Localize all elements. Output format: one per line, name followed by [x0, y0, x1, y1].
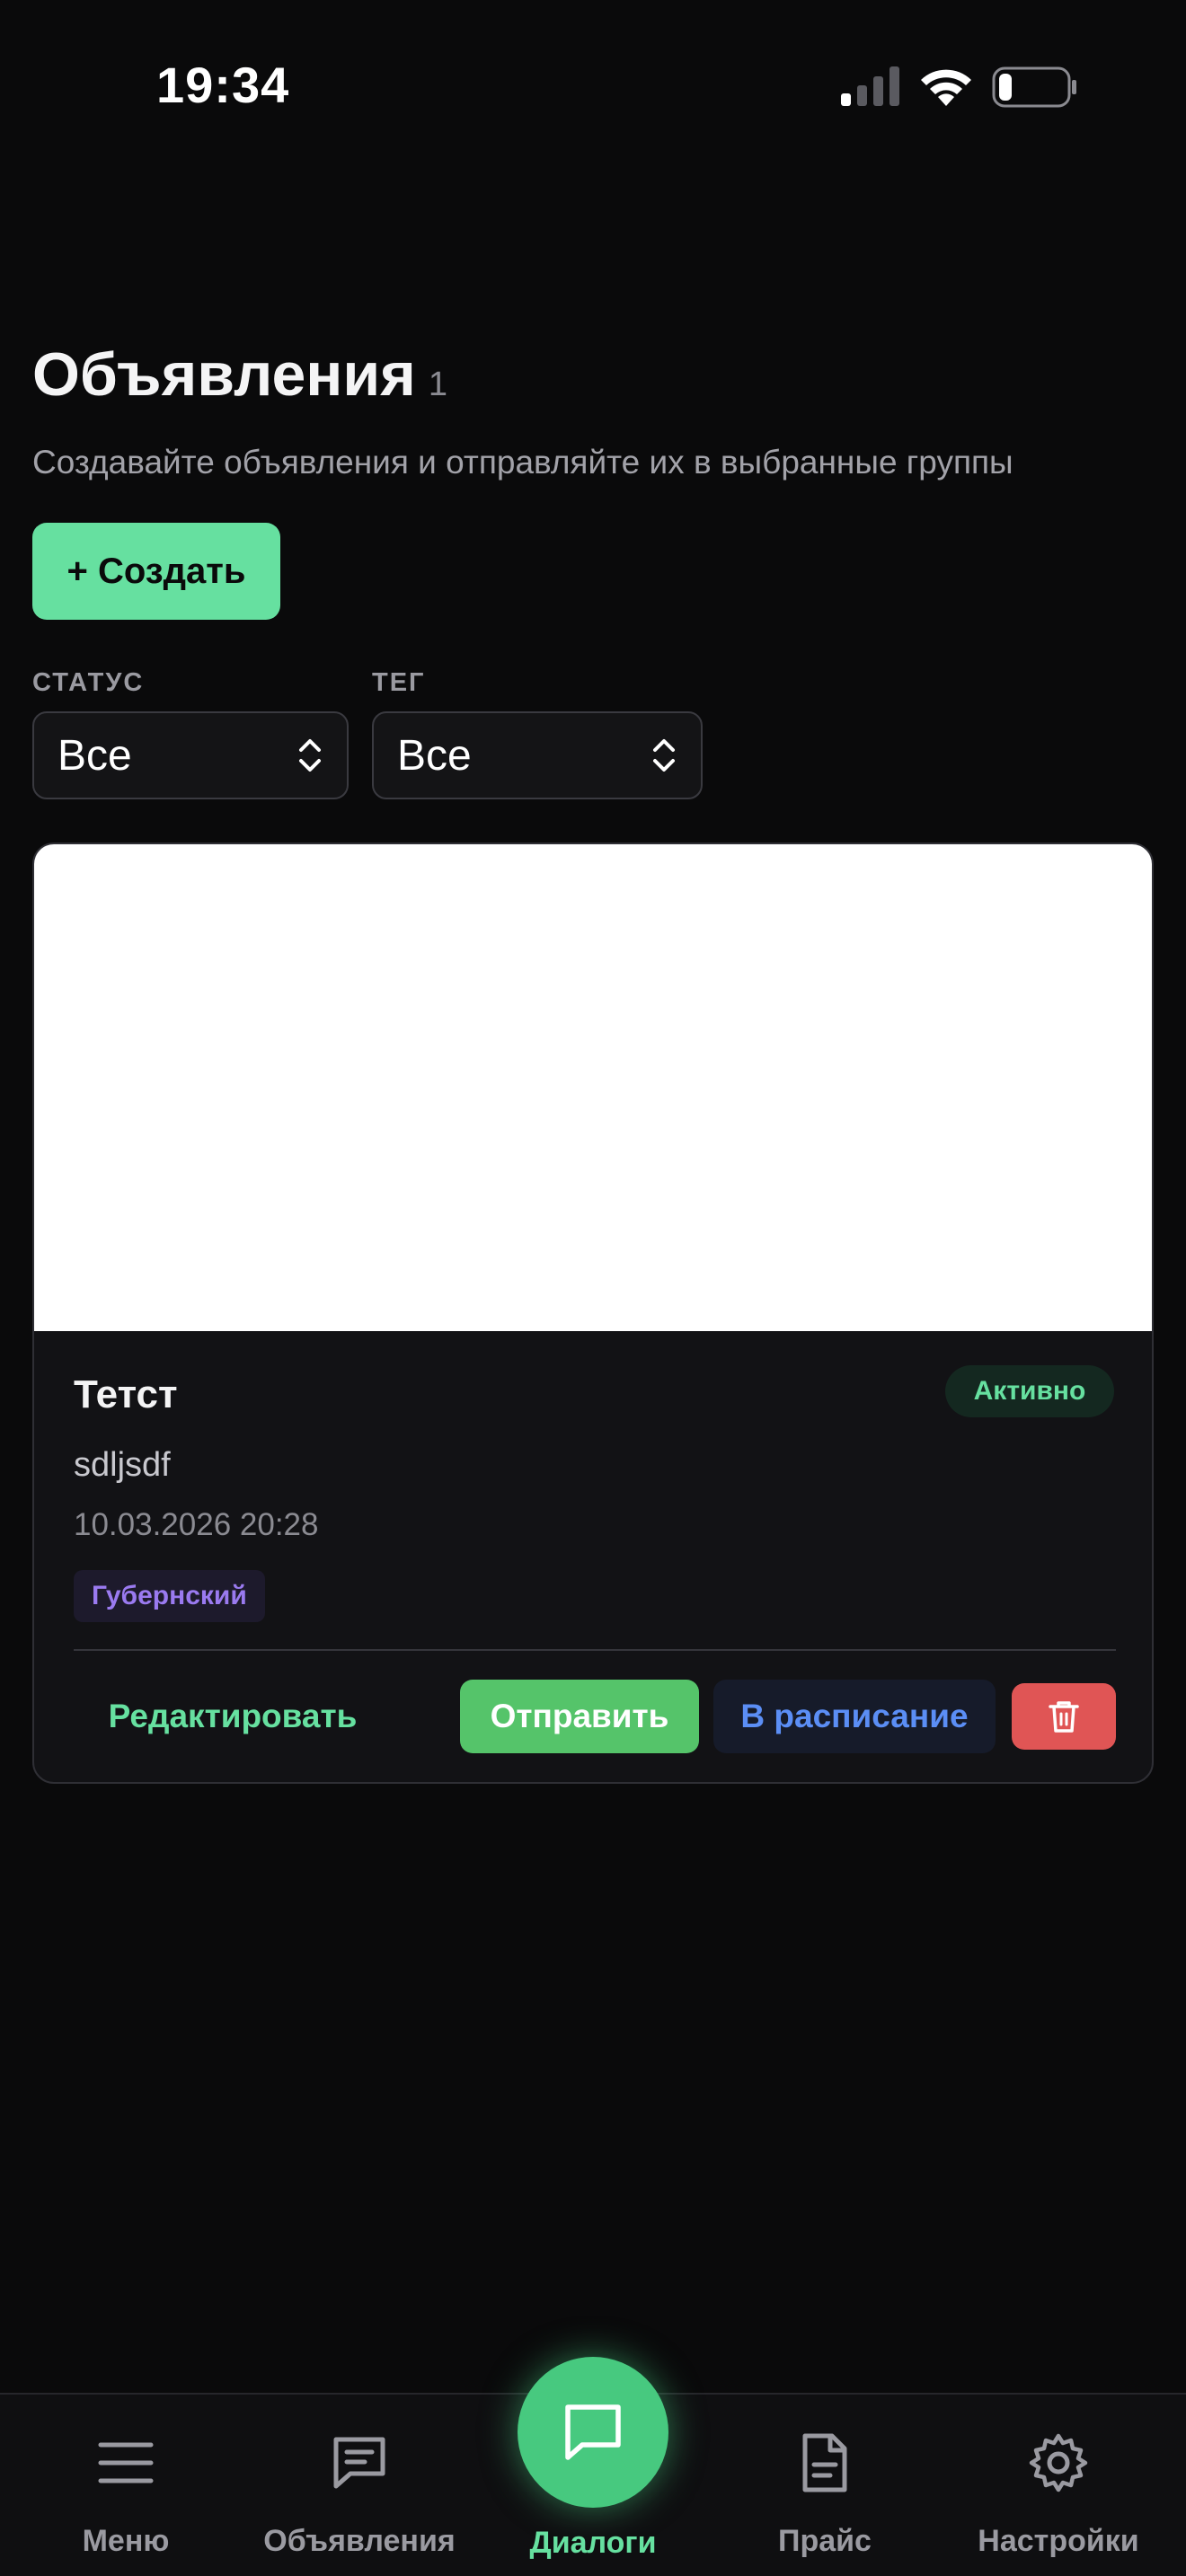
nav-item-price[interactable]: Прайс [726, 2430, 924, 2565]
tag-filter-label: ТЕГ [372, 668, 426, 697]
status-bar: 19:34 [0, 0, 1186, 171]
status-badge: Активно [945, 1365, 1114, 1417]
screen: 19:34 Объявления 1 Создавайте объявления… [0, 0, 1186, 2576]
send-button[interactable]: Отправить [460, 1680, 699, 1753]
schedule-button[interactable]: В расписание [713, 1680, 996, 1753]
chevron-up-down-icon [299, 739, 321, 772]
nav-item-announcements[interactable]: Объявления [261, 2430, 458, 2565]
nav-label-settings: Настройки [978, 2524, 1139, 2558]
tag-badge: Губернский [74, 1570, 265, 1622]
nav-item-menu[interactable]: Меню [27, 2430, 225, 2565]
tag-filter-select[interactable]: Все [372, 711, 703, 799]
message-square-icon [565, 2404, 621, 2460]
file-text-icon [802, 2433, 847, 2492]
gear-icon [1029, 2433, 1088, 2492]
edit-button[interactable]: Редактировать [102, 1680, 363, 1753]
announcements-count: 1 [428, 366, 447, 403]
nav-label-price: Прайс [778, 2524, 872, 2558]
announcement-description: sdljsdf [74, 1446, 171, 1484]
nav-item-dialogs[interactable] [518, 2357, 668, 2508]
battery-icon [992, 66, 1076, 108]
page-title-row: Объявления 1 [32, 340, 447, 410]
status-filter-label: СТАТУС [32, 668, 145, 697]
wifi-icon [921, 69, 971, 106]
create-button[interactable]: + Создать [32, 523, 280, 620]
status-time: 19:34 [156, 57, 290, 113]
nav-item-settings[interactable]: Настройки [960, 2430, 1157, 2565]
status-filter-value: Все [58, 731, 132, 780]
delete-button[interactable] [1012, 1683, 1116, 1750]
announcement-title: Тетст [74, 1372, 178, 1416]
nav-label-menu: Меню [82, 2524, 170, 2558]
card-divider [74, 1649, 1116, 1651]
announcement-card: Тетст Активно sdljsdf 10.03.2026 20:28 Г… [32, 842, 1154, 1784]
announcement-image [34, 844, 1152, 1331]
menu-icon [98, 2442, 154, 2483]
message-square-text-icon [333, 2437, 385, 2489]
nav-label-announcements: Объявления [263, 2524, 456, 2558]
announcement-date: 10.03.2026 20:28 [74, 1507, 319, 1542]
tag-filter-value: Все [397, 731, 472, 780]
status-filter-select[interactable]: Все [32, 711, 349, 799]
cellular-signal-icon [841, 66, 899, 106]
chevron-up-down-icon [653, 739, 675, 772]
page-title: Объявления [32, 340, 416, 409]
nav-label-dialogs: Диалоги [529, 2526, 657, 2560]
page-subtitle: Создавайте объявления и отправляйте их в… [32, 444, 1013, 481]
trash-icon [1049, 1701, 1079, 1733]
